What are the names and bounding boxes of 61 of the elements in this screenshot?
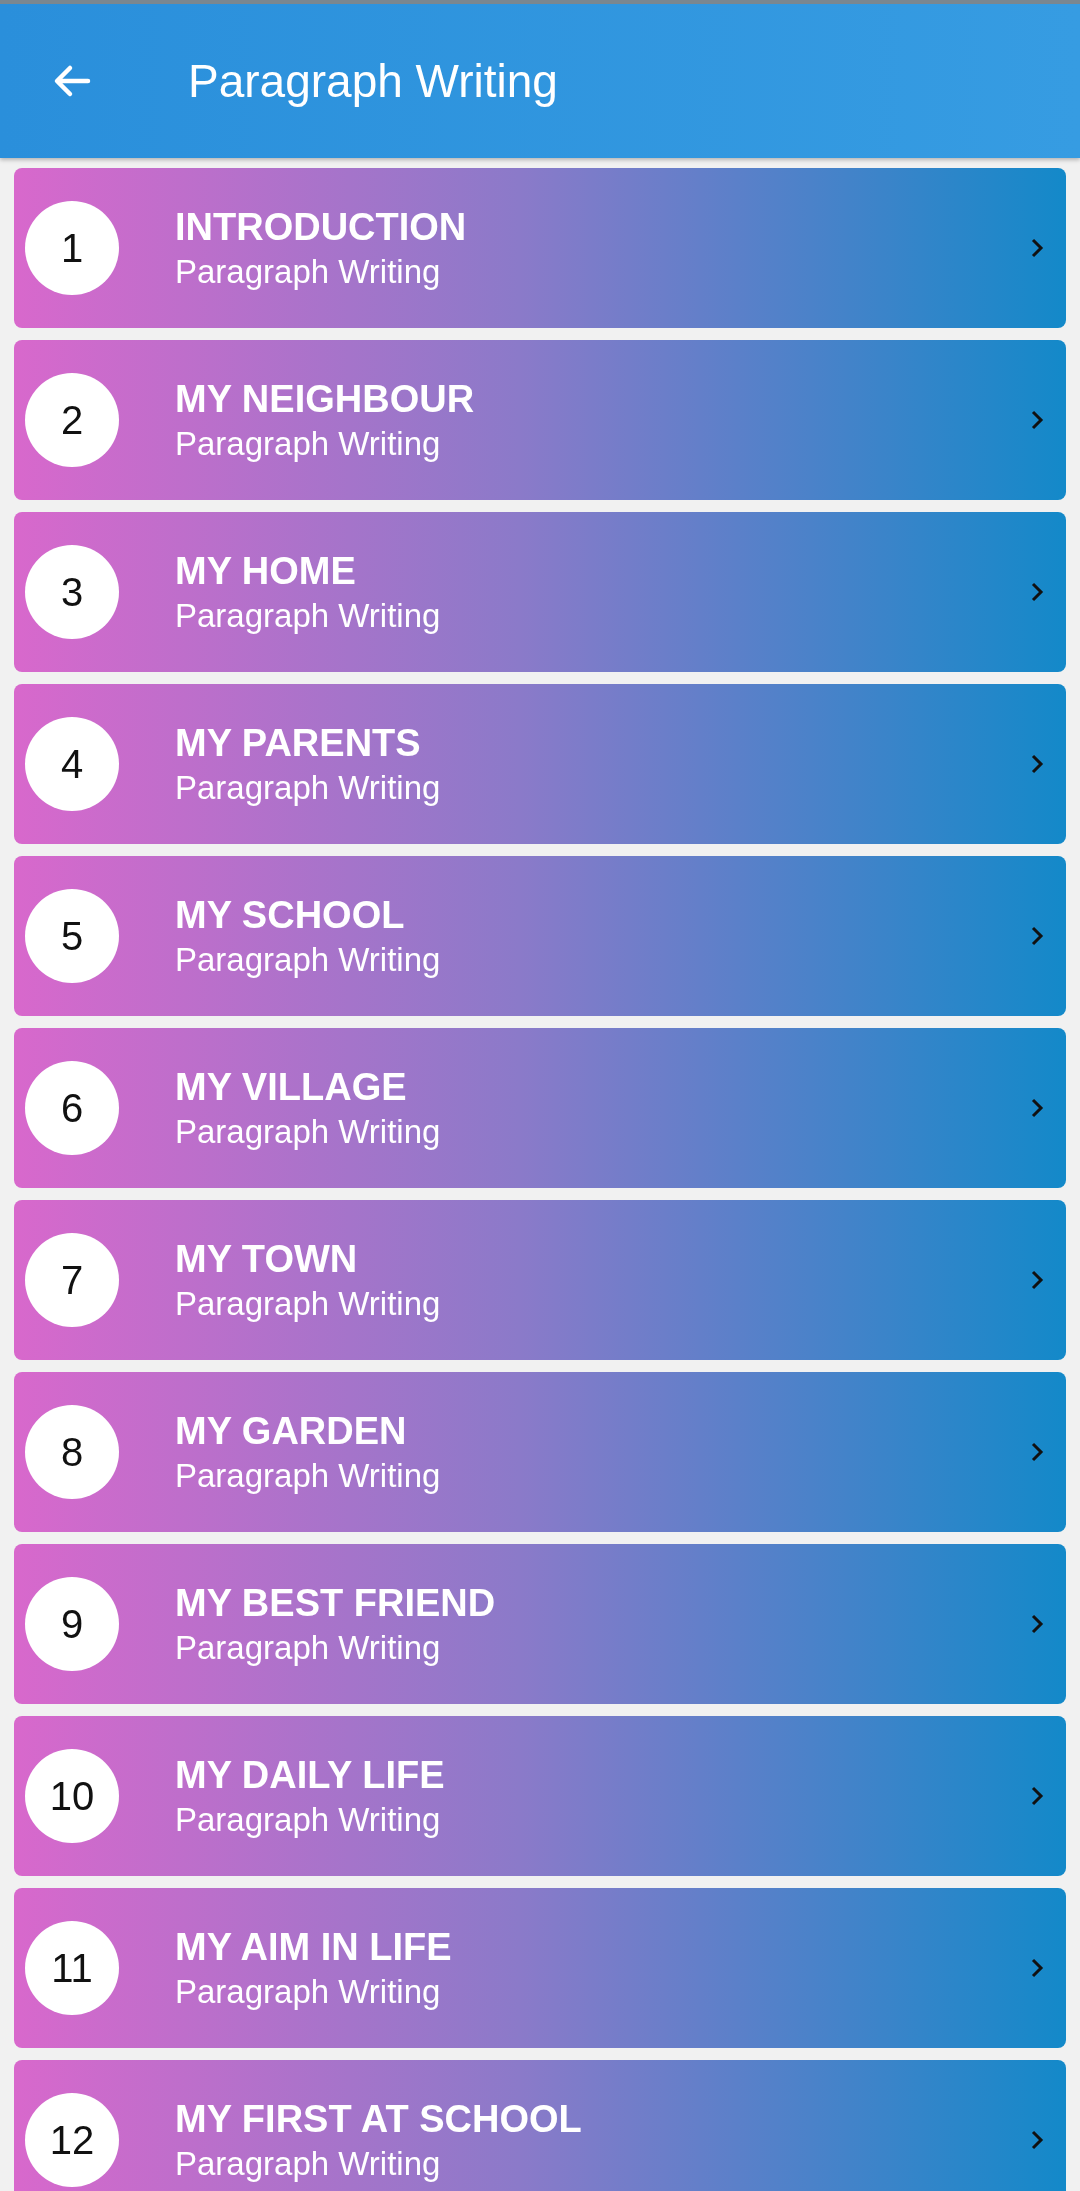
- item-number: 7: [25, 1233, 119, 1327]
- item-title: MY SCHOOL: [175, 893, 406, 937]
- list-item-card[interactable]: 8 MY GARDEN Paragraph Writing: [14, 1372, 1066, 1532]
- chevron-right-icon: [1030, 1613, 1044, 1635]
- item-number: 8: [25, 1405, 119, 1499]
- app-bar-title: Paragraph Writing: [188, 54, 558, 108]
- chevron-right-icon: [1030, 1785, 1044, 1807]
- item-title: INTRODUCTION: [175, 205, 468, 249]
- item-number: 5: [25, 889, 119, 983]
- list-item-card[interactable]: 4 MY PARENTS Paragraph Writing: [14, 684, 1066, 844]
- item-subtitle: Paragraph Writing: [175, 1972, 442, 2011]
- item-title: MY NEIGHBOUR: [175, 377, 476, 421]
- item-title: MY PARENTS: [175, 721, 422, 765]
- item-subtitle: Paragraph Writing: [175, 2144, 442, 2183]
- chevron-right-icon: [1030, 237, 1044, 259]
- item-subtitle: Paragraph Writing: [175, 1112, 442, 1151]
- item-number: 9: [25, 1577, 119, 1671]
- item-title: MY HOME: [175, 549, 357, 593]
- item-subtitle: Paragraph Writing: [175, 424, 442, 463]
- item-number: 4: [25, 717, 119, 811]
- list-item-card[interactable]: 11 MY AIM IN LIFE Paragraph Writing: [14, 1888, 1066, 2048]
- item-subtitle: Paragraph Writing: [175, 768, 442, 807]
- item-title: MY TOWN: [175, 1237, 359, 1281]
- item-number: 6: [25, 1061, 119, 1155]
- item-number: 11: [25, 1921, 119, 2015]
- list-item-card[interactable]: 6 MY VILLAGE Paragraph Writing: [14, 1028, 1066, 1188]
- item-number: 10: [25, 1749, 119, 1843]
- item-subtitle: Paragraph Writing: [175, 1456, 442, 1495]
- chevron-right-icon: [1030, 2129, 1044, 2151]
- item-number: 3: [25, 545, 119, 639]
- list-item-card[interactable]: 1 INTRODUCTION Paragraph Writing: [14, 168, 1066, 328]
- item-title: MY AIM IN LIFE: [175, 1925, 453, 1969]
- list-item-card[interactable]: 9 MY BEST FRIEND Paragraph Writing: [14, 1544, 1066, 1704]
- item-number: 12: [25, 2093, 119, 2187]
- item-subtitle: Paragraph Writing: [175, 1628, 442, 1667]
- list-item-card[interactable]: 2 MY NEIGHBOUR Paragraph Writing: [14, 340, 1066, 500]
- chevron-right-icon: [1030, 409, 1044, 431]
- chevron-right-icon: [1030, 1097, 1044, 1119]
- item-subtitle: Paragraph Writing: [175, 252, 442, 291]
- item-title: MY BEST FRIEND: [175, 1581, 497, 1625]
- item-title: MY VILLAGE: [175, 1065, 408, 1109]
- item-title: MY GARDEN: [175, 1409, 408, 1453]
- item-subtitle: Paragraph Writing: [175, 596, 442, 635]
- item-title: MY FIRST AT SCHOOL: [175, 2097, 583, 2141]
- chevron-right-icon: [1030, 1269, 1044, 1291]
- chevron-right-icon: [1030, 753, 1044, 775]
- list-item-card[interactable]: 10 MY DAILY LIFE Paragraph Writing: [14, 1716, 1066, 1876]
- chevron-right-icon: [1030, 925, 1044, 947]
- chevron-right-icon: [1030, 581, 1044, 603]
- chevron-right-icon: [1030, 1441, 1044, 1463]
- item-number: 2: [25, 373, 119, 467]
- list-item-card[interactable]: 12 MY FIRST AT SCHOOL Paragraph Writing: [14, 2060, 1066, 2191]
- item-subtitle: Paragraph Writing: [175, 1284, 442, 1323]
- list-item-card[interactable]: 5 MY SCHOOL Paragraph Writing: [14, 856, 1066, 1016]
- chevron-right-icon: [1030, 1957, 1044, 1979]
- item-subtitle: Paragraph Writing: [175, 1800, 442, 1839]
- item-subtitle: Paragraph Writing: [175, 940, 442, 979]
- list-item-card[interactable]: 7 MY TOWN Paragraph Writing: [14, 1200, 1066, 1360]
- item-number: 1: [25, 201, 119, 295]
- item-title: MY DAILY LIFE: [175, 1753, 446, 1797]
- list-item-card[interactable]: 3 MY HOME Paragraph Writing: [14, 512, 1066, 672]
